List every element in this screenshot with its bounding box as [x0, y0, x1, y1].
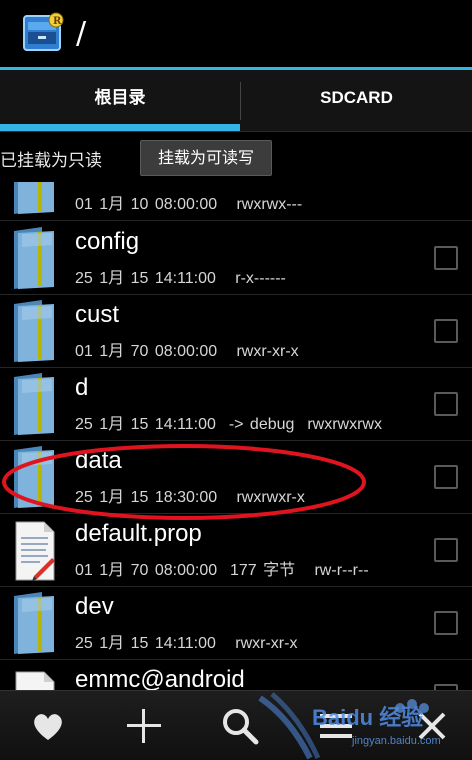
file-name: data: [75, 447, 122, 474]
tab-divider: [0, 131, 472, 132]
file-meta: 01 1月 70 08:00:00 177 字节 rw-r--r--: [75, 562, 369, 579]
file-checkbox[interactable]: [434, 465, 458, 489]
file-name: dev: [75, 593, 114, 620]
file-name: config: [75, 228, 140, 255]
file-meta: 25 1月 15 14:11:00 rwxr-xr-x: [75, 635, 298, 652]
file-name: default.prop: [75, 520, 202, 547]
mount-status-text: 已挂载为只读: [0, 151, 102, 171]
title-bar: R /: [0, 0, 472, 68]
file-name: cust: [75, 301, 120, 328]
folder-icon: [14, 373, 54, 435]
folder-icon: [14, 182, 54, 214]
file-meta: 01 1月 10 08:00:00 rwxrwx---: [75, 196, 303, 213]
file-meta: 25 1月 15 14:11:00 r-x------: [75, 270, 286, 287]
file-name: d: [75, 374, 89, 401]
folder-icon: [14, 300, 54, 362]
mount-read-write-button[interactable]: 挂载为可读写: [140, 140, 272, 176]
file-row[interactable]: 01 1月 10 08:00:00 rwxrwx---: [0, 182, 472, 221]
tab-bar: 根目录 SDCARD: [0, 70, 472, 132]
file-meta: 25 1月 15 18:30:00 rwxrwxr-x: [75, 489, 305, 506]
watermark-brand: Baidu 经验: [312, 705, 424, 730]
current-path: /: [76, 16, 87, 51]
heart-icon[interactable]: [28, 706, 68, 746]
file-manager-app-icon[interactable]: R: [22, 12, 64, 54]
file-row[interactable]: config 25 1月 15 14:11:00 r-x------: [0, 222, 472, 295]
file-row[interactable]: d 25 1月 15 14:11:00 -> debug rwxrwxrwx: [0, 368, 472, 441]
file-row[interactable]: cust 01 1月 70 08:00:00 rwxr-xr-x: [0, 295, 472, 368]
folder-icon: [14, 446, 54, 508]
file-checkbox[interactable]: [434, 392, 458, 416]
file-checkbox[interactable]: [434, 246, 458, 270]
tab-root[interactable]: 根目录: [0, 70, 240, 132]
tab-sdcard[interactable]: SDCARD: [241, 70, 472, 132]
file-meta: 25 1月 15 14:11:00 -> debug rwxrwxrwx: [75, 416, 382, 433]
file-row[interactable]: data 25 1月 15 18:30:00 rwxrwxr-x: [0, 441, 472, 514]
folder-icon: [14, 592, 54, 654]
svg-text:R: R: [53, 16, 62, 27]
plus-icon[interactable]: [124, 706, 164, 746]
file-meta: 01 1月 70 08:00:00 rwxr-xr-x: [75, 343, 299, 360]
file-checkbox[interactable]: [434, 319, 458, 343]
folder-icon: [14, 227, 54, 289]
file-checkbox[interactable]: [434, 538, 458, 562]
file-row[interactable]: dev 25 1月 15 14:11:00 rwxr-xr-x: [0, 587, 472, 660]
file-row[interactable]: default.prop 01 1月 70 08:00:00 177 字节 rw…: [0, 514, 472, 587]
search-icon[interactable]: [220, 706, 260, 746]
file-list[interactable]: 01 1月 10 08:00:00 rwxrwx--- config 25 1月…: [0, 182, 472, 690]
file-icon: [15, 671, 55, 690]
file-checkbox[interactable]: [434, 611, 458, 635]
text-file-icon: [15, 521, 55, 581]
file-row[interactable]: emmc@android: [0, 660, 472, 690]
file-name: emmc@android: [75, 666, 245, 690]
watermark-url: jingyan.baidu.com: [352, 735, 441, 747]
